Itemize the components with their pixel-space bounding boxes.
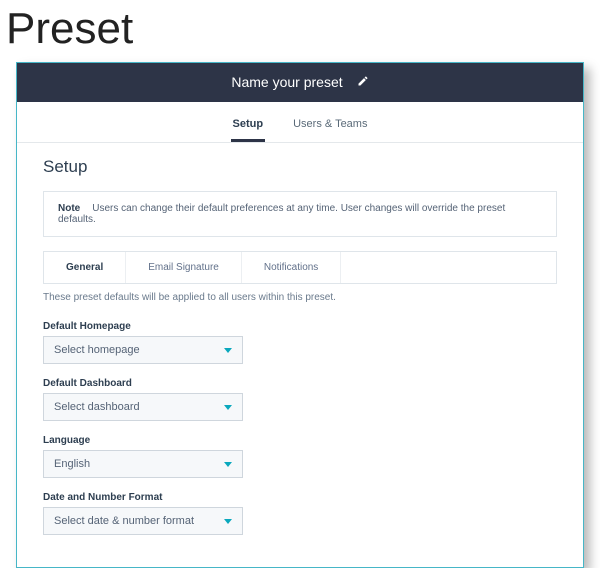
tab-setup[interactable]: Setup (231, 112, 266, 142)
tab-users-teams[interactable]: Users & Teams (291, 112, 369, 142)
card-body: Setup NoteUsers can change their default… (17, 143, 583, 567)
top-tabs: Setup Users & Teams (17, 102, 583, 143)
label-default-homepage: Default Homepage (43, 321, 557, 332)
field-default-dashboard: Default Dashboard Select dashboard (43, 378, 557, 421)
select-value: English (54, 458, 90, 470)
page-title: Preset (0, 0, 600, 62)
chevron-down-icon (224, 519, 232, 524)
select-value: Select date & number format (54, 515, 194, 527)
field-date-number-format: Date and Number Format Select date & num… (43, 492, 557, 535)
select-value: Select dashboard (54, 401, 140, 413)
chevron-down-icon (224, 348, 232, 353)
preset-header: Name your preset (17, 63, 583, 102)
field-default-homepage: Default Homepage Select homepage (43, 321, 557, 364)
label-language: Language (43, 435, 557, 446)
pencil-icon[interactable] (357, 74, 369, 90)
select-date-number-format[interactable]: Select date & number format (43, 507, 243, 535)
preset-name-label: Name your preset (231, 74, 342, 90)
preset-card: Name your preset Setup Users & Teams Set… (16, 62, 584, 568)
inner-tabs: General Email Signature Notifications (43, 251, 557, 284)
select-value: Select homepage (54, 344, 140, 356)
note-text: Users can change their default preferenc… (58, 203, 505, 225)
inner-tab-notifications[interactable]: Notifications (242, 252, 341, 283)
select-default-dashboard[interactable]: Select dashboard (43, 393, 243, 421)
note-label: Note (58, 203, 80, 214)
inner-tab-email-signature[interactable]: Email Signature (126, 252, 242, 283)
select-default-homepage[interactable]: Select homepage (43, 336, 243, 364)
section-title: Setup (43, 157, 557, 177)
note-box: NoteUsers can change their default prefe… (43, 191, 557, 237)
inner-tab-general[interactable]: General (44, 252, 126, 283)
label-date-number-format: Date and Number Format (43, 492, 557, 503)
label-default-dashboard: Default Dashboard (43, 378, 557, 389)
select-language[interactable]: English (43, 450, 243, 478)
field-language: Language English (43, 435, 557, 478)
helper-text: These preset defaults will be applied to… (43, 292, 557, 303)
chevron-down-icon (224, 462, 232, 467)
chevron-down-icon (224, 405, 232, 410)
